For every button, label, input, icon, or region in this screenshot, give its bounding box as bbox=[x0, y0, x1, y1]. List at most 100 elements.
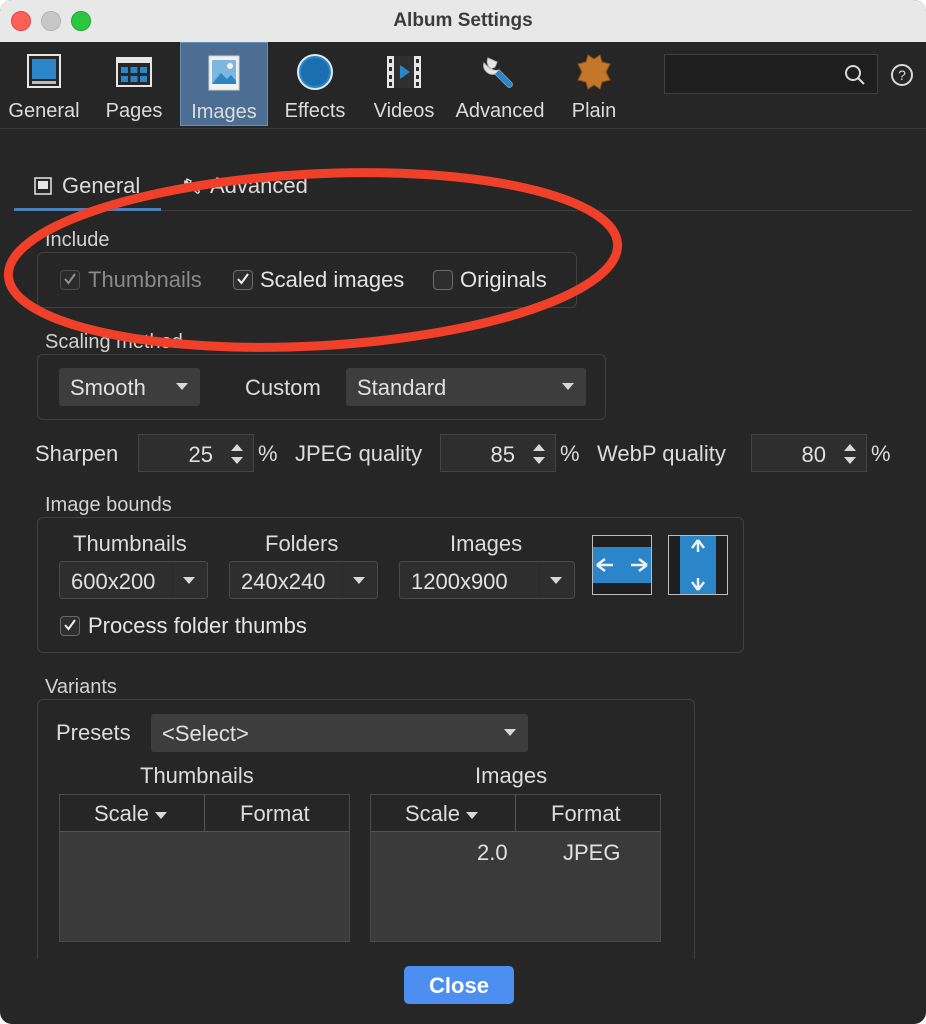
effects-icon bbox=[297, 54, 333, 90]
table-header: Scale Format bbox=[371, 795, 660, 832]
chevron-down-icon bbox=[183, 577, 195, 584]
window-maximize-button[interactable] bbox=[71, 11, 91, 31]
bounds-images-label: Images bbox=[450, 531, 523, 556]
window-minimize-button[interactable] bbox=[41, 11, 61, 31]
thumbnails-variants-table[interactable]: Scale Format bbox=[59, 794, 350, 942]
webp-quality-label: WebP quality bbox=[597, 441, 726, 466]
image-bounds-label: Image bounds bbox=[45, 494, 172, 516]
process-folder-thumbs-label: Process folder thumbs bbox=[88, 613, 307, 638]
tab-effects-label: Effects bbox=[284, 100, 346, 122]
wrench-icon bbox=[483, 57, 513, 88]
webp-quality-unit: % bbox=[871, 441, 891, 466]
sub-tab-bar: General Advanced bbox=[14, 168, 912, 211]
subtab-advanced[interactable]: Advanced bbox=[182, 168, 332, 208]
images-variants-table[interactable]: Scale Format 2.0 JPEG bbox=[370, 794, 661, 942]
stepper-arrows-icon[interactable] bbox=[531, 441, 547, 467]
tab-pages-label: Pages bbox=[105, 100, 163, 122]
general-icon bbox=[27, 54, 61, 88]
tab-images-label: Images bbox=[191, 101, 257, 123]
general-icon bbox=[34, 177, 52, 195]
chevron-down-icon bbox=[176, 383, 188, 390]
sharpen-label: Sharpen bbox=[35, 441, 119, 466]
images-icon bbox=[208, 55, 240, 91]
scaled-images-checkbox[interactable] bbox=[233, 270, 253, 290]
sharpen-spinner[interactable]: 25 bbox=[138, 434, 254, 472]
album-settings-window: Album Settings General Pages Images Effe… bbox=[0, 0, 926, 1024]
jpeg-quality-value: 85 bbox=[490, 442, 515, 467]
table-row-format[interactable]: JPEG bbox=[563, 840, 620, 866]
variants-label: Variants bbox=[45, 676, 117, 698]
combo-separator bbox=[172, 564, 173, 596]
search-icon[interactable] bbox=[843, 63, 867, 87]
scaled-images-checkbox-label: Scaled images bbox=[260, 267, 405, 292]
close-button[interactable]: Close bbox=[404, 966, 514, 1004]
thumbnails-checkbox-label: Thumbnails bbox=[88, 267, 202, 292]
format-column-header[interactable]: Format bbox=[240, 801, 310, 827]
subtab-general-label: General bbox=[62, 173, 141, 198]
scale-column-label: Scale bbox=[405, 801, 461, 826]
webp-quality-value: 80 bbox=[801, 442, 826, 467]
checkmark-icon bbox=[64, 273, 76, 285]
originals-checkbox[interactable] bbox=[433, 270, 453, 290]
checkmark-icon bbox=[237, 273, 249, 285]
originals-checkbox-label: Originals bbox=[460, 267, 547, 292]
tab-images[interactable]: Images bbox=[180, 42, 268, 126]
tab-pages[interactable]: Pages bbox=[92, 42, 176, 126]
scale-column-header[interactable]: Scale bbox=[94, 801, 168, 827]
scaling-method-select[interactable]: Smooth bbox=[59, 368, 200, 406]
images-bounds-select[interactable]: 1200x900 bbox=[399, 561, 575, 599]
tab-general-label: General bbox=[8, 100, 80, 122]
custom-label: Custom bbox=[245, 375, 321, 400]
combo-separator bbox=[342, 564, 343, 596]
tab-advanced[interactable]: Advanced bbox=[450, 42, 550, 126]
jpeg-quality-label: JPEG quality bbox=[295, 441, 423, 466]
subtab-general[interactable]: General bbox=[14, 168, 161, 211]
scaling-method-value: Smooth bbox=[70, 375, 146, 400]
checkmark-icon bbox=[64, 619, 76, 631]
tab-advanced-label: Advanced bbox=[455, 100, 545, 122]
scaling-method-label: Scaling method bbox=[45, 331, 183, 353]
tab-videos[interactable]: Videos bbox=[362, 42, 446, 126]
fit-width-icon bbox=[593, 547, 651, 583]
fit-width-button[interactable] bbox=[592, 535, 652, 595]
tab-general[interactable]: General bbox=[0, 42, 88, 126]
scale-column-header[interactable]: Scale bbox=[405, 801, 479, 827]
pages-icon bbox=[116, 57, 152, 87]
table-row-scale[interactable]: 2.0 bbox=[477, 840, 508, 866]
title-bar[interactable]: Album Settings bbox=[0, 0, 926, 42]
fit-height-button[interactable] bbox=[668, 535, 728, 595]
window-close-button[interactable] bbox=[11, 11, 31, 31]
column-divider bbox=[515, 795, 516, 831]
bounds-thumbnails-label: Thumbnails bbox=[73, 531, 187, 556]
table-header: Scale Format bbox=[60, 795, 349, 832]
tab-plain-label: Plain bbox=[571, 100, 617, 122]
presets-select[interactable]: <Select> bbox=[151, 714, 528, 752]
stepper-arrows-icon[interactable] bbox=[842, 441, 858, 467]
thumbnails-checkbox[interactable] bbox=[60, 270, 80, 290]
format-column-header[interactable]: Format bbox=[551, 801, 621, 827]
presets-label: Presets bbox=[56, 720, 131, 745]
stepper-arrows-icon[interactable] bbox=[229, 441, 245, 467]
thumbnails-bounds-select[interactable]: 600x200 bbox=[59, 561, 208, 599]
tab-videos-label: Videos bbox=[373, 100, 435, 122]
images-bounds-value: 1200x900 bbox=[411, 569, 508, 594]
subtab-advanced-label: Advanced bbox=[210, 173, 308, 198]
help-icon[interactable]: ? bbox=[890, 63, 914, 87]
tab-plain[interactable]: Plain bbox=[554, 42, 634, 126]
svg-text:?: ? bbox=[898, 67, 906, 83]
include-section-label: Include bbox=[45, 229, 110, 251]
custom-scaling-select[interactable]: Standard bbox=[346, 368, 586, 406]
scale-column-label: Scale bbox=[94, 801, 150, 826]
process-folder-thumbs-checkbox[interactable] bbox=[60, 616, 80, 636]
webp-quality-spinner[interactable]: 80 bbox=[751, 434, 867, 472]
folders-bounds-select[interactable]: 240x240 bbox=[229, 561, 378, 599]
jpeg-quality-spinner[interactable]: 85 bbox=[440, 434, 556, 472]
sharpen-unit: % bbox=[258, 441, 278, 466]
search-input[interactable] bbox=[664, 54, 878, 94]
videos-icon bbox=[387, 56, 421, 88]
folders-bounds-value: 240x240 bbox=[241, 569, 326, 594]
wrench-icon bbox=[184, 178, 200, 194]
window-title: Album Settings bbox=[393, 10, 533, 31]
combo-separator bbox=[539, 564, 540, 596]
tab-effects[interactable]: Effects bbox=[272, 42, 358, 126]
